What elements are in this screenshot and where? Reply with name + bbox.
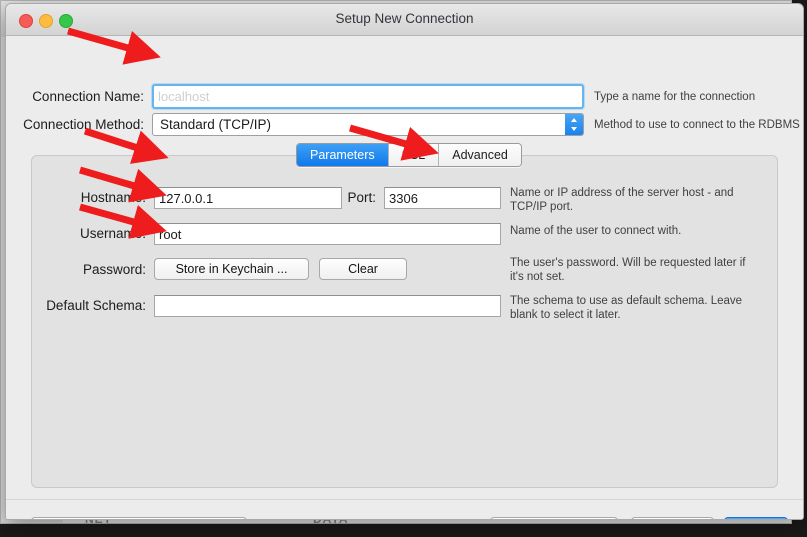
tab-parameters[interactable]: Parameters: [297, 144, 389, 166]
connection-method-value: Standard (TCP/IP): [160, 117, 272, 132]
default-schema-input[interactable]: [154, 295, 501, 317]
hostname-hint: Name or IP address of the server host - …: [510, 187, 734, 213]
connection-name-hint: Type a name for the connection: [594, 91, 756, 103]
username-label: Username:: [79, 226, 146, 241]
username-input[interactable]: [154, 223, 501, 245]
connection-method-label: Connection Method:: [23, 117, 144, 132]
connection-method-hint: Method to use to connect to the RDBMS: [594, 119, 800, 131]
port-input[interactable]: [384, 187, 501, 209]
clear-password-button[interactable]: Clear: [319, 258, 407, 280]
default-schema-label: Default Schema:: [46, 298, 146, 313]
footer-divider: [6, 499, 803, 500]
password-label: Password:: [82, 262, 146, 277]
setup-new-connection-dialog: Setup New Connection Connection Name: Ty…: [5, 3, 804, 520]
store-in-keychain-button[interactable]: Store in Keychain ...: [154, 258, 309, 280]
connection-name-label: Connection Name:: [32, 89, 144, 104]
dialog-title: Setup New Connection: [335, 11, 474, 26]
configure-server-management-button[interactable]: Configure Server Management...: [31, 517, 247, 519]
hostname-label: Hostname:: [80, 190, 146, 205]
chevron-updown-icon[interactable]: [565, 114, 583, 135]
test-connection-button[interactable]: Test Connection: [490, 517, 618, 519]
settings-tabs: Parameters SSL Advanced: [296, 143, 522, 167]
tab-advanced[interactable]: Advanced: [439, 144, 521, 166]
dialog-body: Connection Name: Type a name for the con…: [6, 36, 803, 519]
dialog-titlebar: Setup New Connection: [6, 4, 803, 36]
connection-method-select[interactable]: Standard (TCP/IP): [152, 113, 584, 136]
port-label: Port:: [347, 190, 376, 205]
ok-button[interactable]: OK: [724, 517, 788, 519]
connection-name-input[interactable]: [152, 84, 584, 109]
tab-ssl[interactable]: SSL: [388, 144, 440, 166]
password-hint: The user's password. Will be requested l…: [510, 257, 746, 283]
default-schema-hint: The schema to use as default schema. Lea…: [510, 295, 743, 321]
username-hint: Name of the user to connect with.: [510, 225, 682, 237]
cancel-button[interactable]: Cancel: [631, 517, 714, 519]
